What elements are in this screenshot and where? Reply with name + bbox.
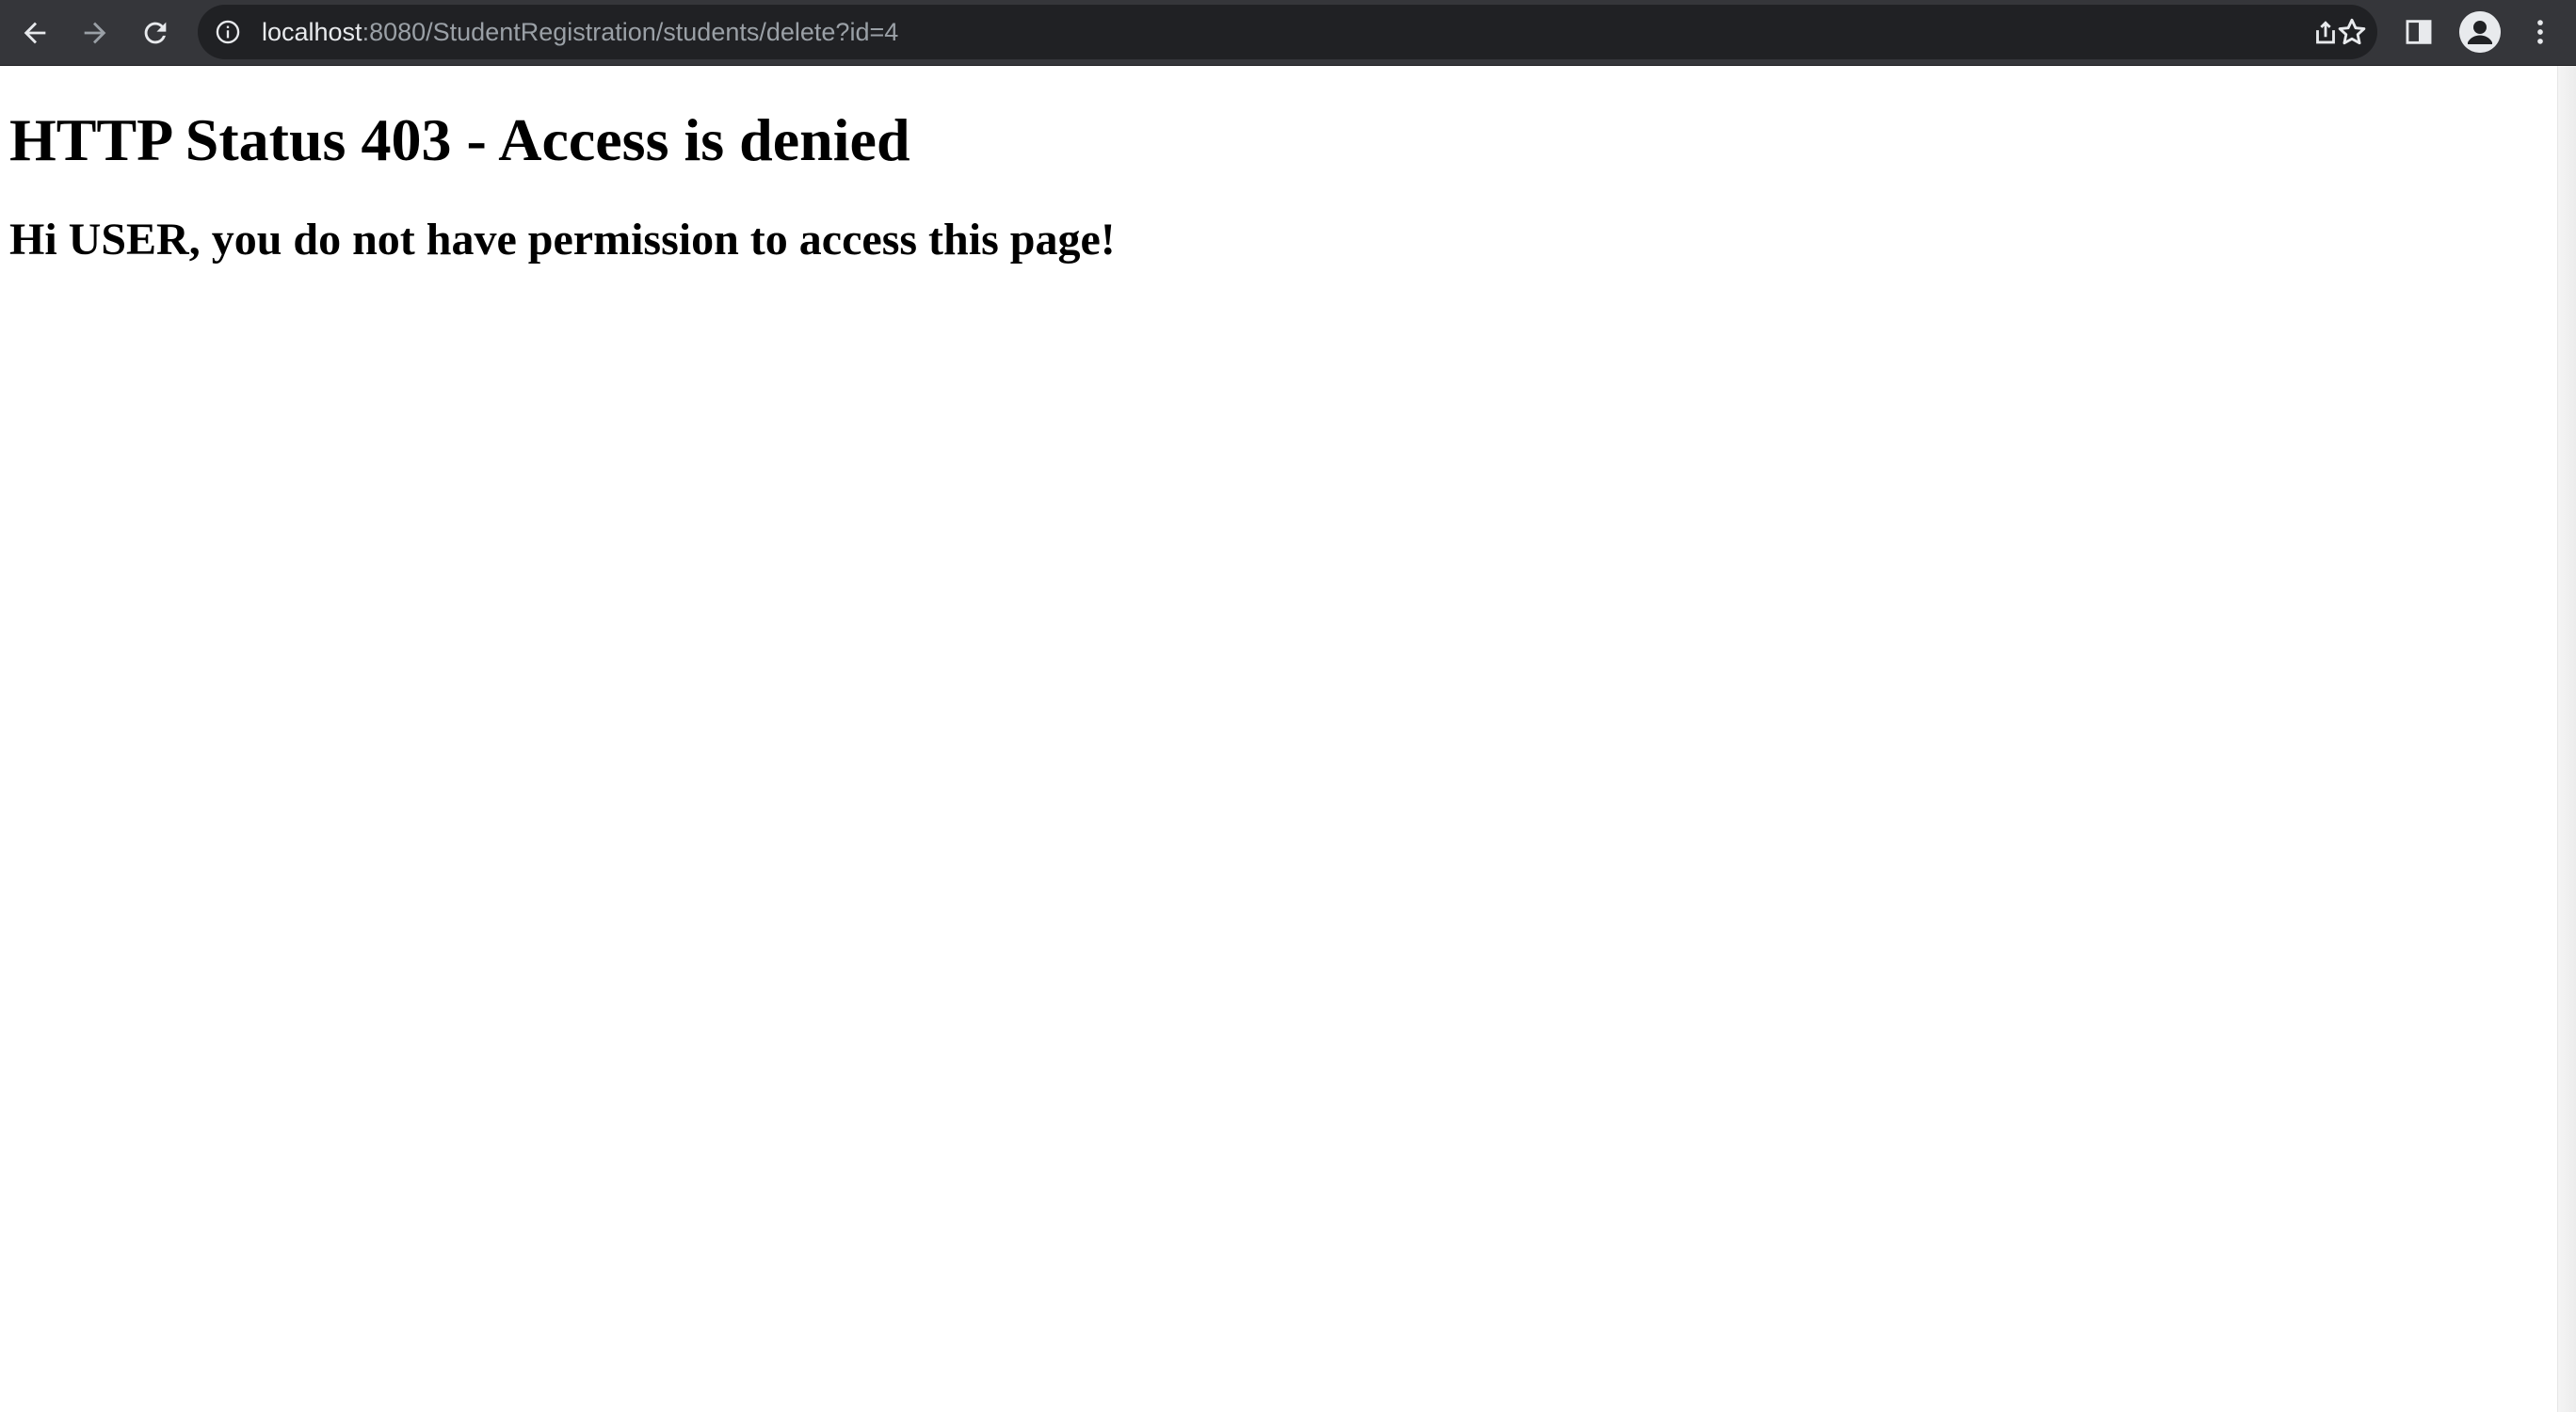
arrow-left-icon bbox=[24, 22, 46, 44]
star-icon[interactable] bbox=[2335, 15, 2369, 49]
kebab-menu-icon bbox=[2537, 20, 2543, 44]
url-host: localhost bbox=[262, 18, 362, 46]
back-button[interactable] bbox=[12, 10, 57, 56]
url-text[interactable]: localhost:8080/StudentRegistration/stude… bbox=[262, 5, 898, 59]
info-icon[interactable] bbox=[215, 19, 241, 45]
vertical-scrollbar[interactable] bbox=[2557, 66, 2576, 1412]
forward-button[interactable] bbox=[72, 10, 118, 56]
url-path: :8080/StudentRegistration/students/delet… bbox=[362, 18, 899, 46]
page-content: HTTP Status 403 - Access is denied Hi US… bbox=[0, 66, 2557, 1412]
reload-icon bbox=[144, 22, 167, 44]
address-bar[interactable]: localhost:8080/StudentRegistration/stude… bbox=[198, 5, 2377, 59]
error-heading: HTTP Status 403 - Access is denied bbox=[9, 106, 910, 173]
permission-message: Hi USER, you do not have permission to a… bbox=[9, 215, 1116, 265]
arrow-right-icon bbox=[84, 22, 106, 44]
browser-toolbar: localhost:8080/StudentRegistration/stude… bbox=[0, 0, 2576, 66]
reload-button[interactable] bbox=[133, 10, 178, 56]
avatar-icon bbox=[2459, 11, 2501, 53]
side-panel-button[interactable] bbox=[2400, 13, 2438, 51]
profile-button[interactable] bbox=[2459, 11, 2501, 53]
side-panel-icon bbox=[2406, 20, 2432, 44]
menu-button[interactable] bbox=[2521, 13, 2559, 51]
